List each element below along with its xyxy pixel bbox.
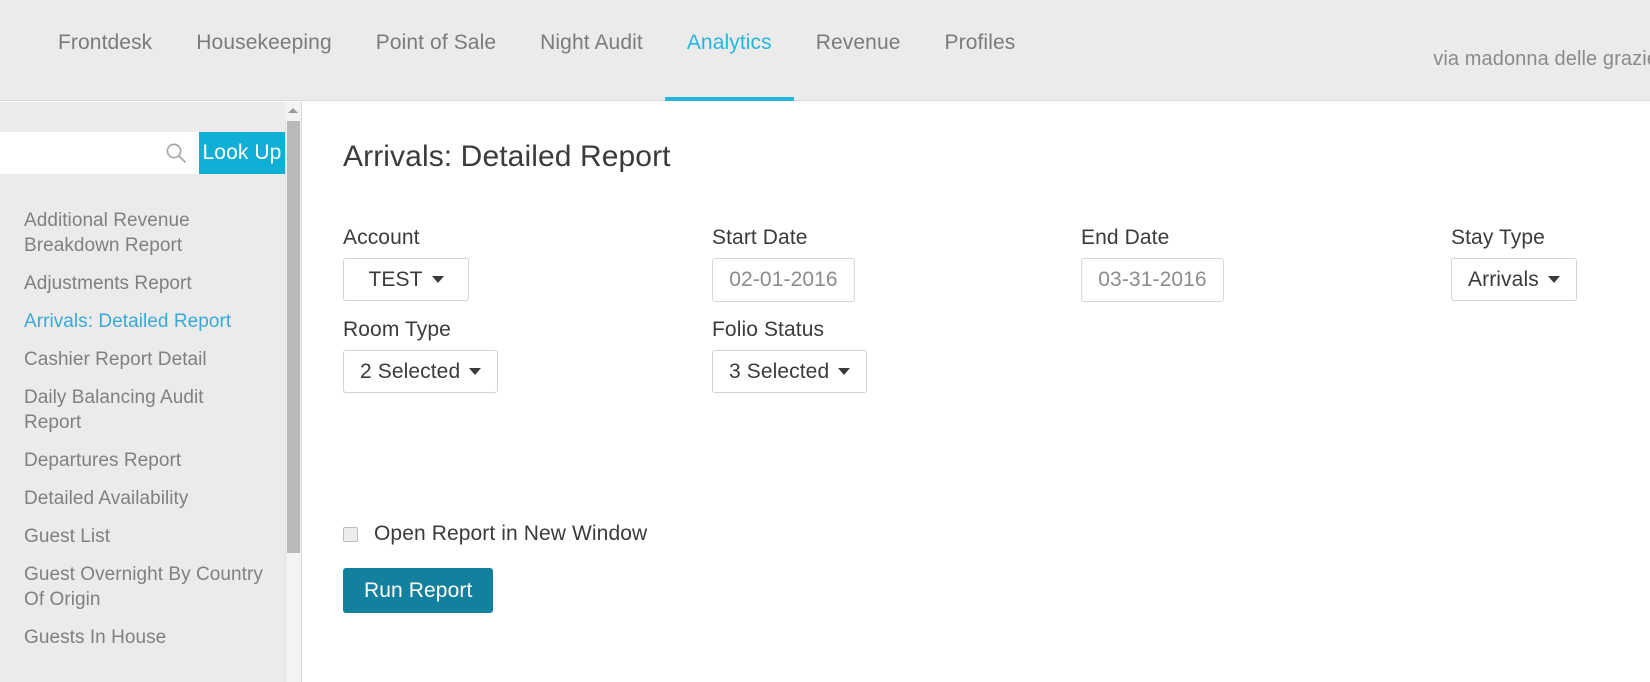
sidebar-item-departures-report[interactable]: Departures Report (0, 448, 285, 473)
nav-item-night-audit[interactable]: Night Audit (518, 0, 665, 101)
report-sidebar: Look Up Additional Revenue Breakdown Rep… (0, 102, 285, 682)
end-date-label: End Date (1081, 226, 1170, 249)
field-end-date: End Date (1081, 226, 1224, 302)
stay-type-label: Stay Type (1451, 226, 1545, 249)
form-row-1: Account TEST Start Date End Date Stay Ty… (343, 226, 1650, 318)
start-date-label: Start Date (712, 226, 808, 249)
open-in-new-window-row: Open Report in New Window (343, 522, 647, 546)
sidebar-report-list: Additional Revenue Breakdown Report Adju… (0, 208, 285, 663)
sidebar-item-cashier-report-detail[interactable]: Cashier Report Detail (0, 347, 285, 372)
open-report-new-window-checkbox[interactable] (343, 526, 358, 542)
sidebar-item-arrivals-detailed-report[interactable]: Arrivals: Detailed Report (0, 309, 285, 334)
open-report-new-window-label[interactable]: Open Report in New Window (374, 522, 647, 546)
start-date-input[interactable] (712, 258, 855, 302)
top-navigation-bar: Frontdesk Housekeeping Point of Sale Nig… (0, 0, 1650, 101)
run-report-button[interactable]: Run Report (343, 568, 494, 613)
sidebar-scrollbar-thumb[interactable] (287, 121, 300, 553)
end-date-input[interactable] (1081, 258, 1224, 302)
nav-item-housekeeping[interactable]: Housekeeping (174, 0, 353, 101)
nav-item-point-of-sale[interactable]: Point of Sale (354, 0, 518, 101)
scroll-up-arrow-icon[interactable] (285, 102, 301, 119)
main-content: Arrivals: Detailed Report Account TEST S… (302, 102, 1650, 682)
stay-type-select[interactable]: Arrivals (1451, 258, 1577, 301)
sidebar-item-additional-revenue-breakdown-report[interactable]: Additional Revenue Breakdown Report (0, 208, 285, 258)
sidebar-item-detailed-availability[interactable]: Detailed Availability (0, 486, 285, 511)
property-name-label: via madonna delle grazie (1433, 48, 1650, 70)
field-folio-status: Folio Status 3 Selected (712, 318, 868, 393)
sidebar-search-row: Look Up (0, 132, 285, 174)
account-select-value: TEST (368, 267, 423, 291)
field-start-date: Start Date (712, 226, 855, 302)
sidebar-item-daily-balancing-audit-report[interactable]: Daily Balancing Audit Report (0, 385, 285, 435)
nav-item-frontdesk[interactable]: Frontdesk (36, 0, 174, 101)
chevron-down-icon (1547, 276, 1560, 283)
nav-item-list: Frontdesk Housekeeping Point of Sale Nig… (36, 0, 1037, 101)
search-box (0, 132, 199, 174)
sidebar-item-guests-in-house[interactable]: Guests In House (0, 625, 285, 650)
page-title: Arrivals: Detailed Report (343, 140, 671, 173)
search-input[interactable] (0, 132, 199, 174)
account-select[interactable]: TEST (343, 258, 469, 301)
account-label: Account (343, 226, 420, 249)
field-account: Account TEST (343, 226, 469, 301)
sidebar-item-guest-overnight-by-country-of-origin[interactable]: Guest Overnight By Country Of Origin (0, 562, 285, 612)
chevron-down-icon (431, 276, 444, 283)
form-row-2: Room Type 2 Selected Folio Status 3 Sele… (343, 318, 1650, 410)
folio-status-select-value: 3 Selected (729, 359, 830, 383)
chevron-down-icon (469, 368, 482, 375)
app-root: Frontdesk Housekeeping Point of Sale Nig… (0, 0, 1650, 682)
folio-status-label: Folio Status (712, 318, 825, 341)
nav-item-profiles[interactable]: Profiles (923, 0, 1038, 101)
sidebar-item-guest-list[interactable]: Guest List (0, 524, 285, 549)
nav-item-analytics[interactable]: Analytics (664, 0, 794, 101)
look-up-button[interactable]: Look Up (199, 132, 285, 174)
sidebar-item-adjustments-report[interactable]: Adjustments Report (0, 271, 285, 296)
folio-status-select[interactable]: 3 Selected (712, 350, 868, 393)
field-room-type: Room Type 2 Selected (343, 318, 499, 393)
stay-type-select-value: Arrivals (1468, 267, 1539, 291)
room-type-select-value: 2 Selected (360, 359, 461, 383)
report-parameters-form: Account TEST Start Date End Date Stay Ty… (343, 226, 1650, 410)
room-type-select[interactable]: 2 Selected (343, 350, 499, 393)
field-stay-type: Stay Type Arrivals (1451, 226, 1577, 301)
nav-item-revenue[interactable]: Revenue (794, 0, 923, 101)
room-type-label: Room Type (343, 318, 451, 341)
chevron-down-icon (838, 368, 851, 375)
